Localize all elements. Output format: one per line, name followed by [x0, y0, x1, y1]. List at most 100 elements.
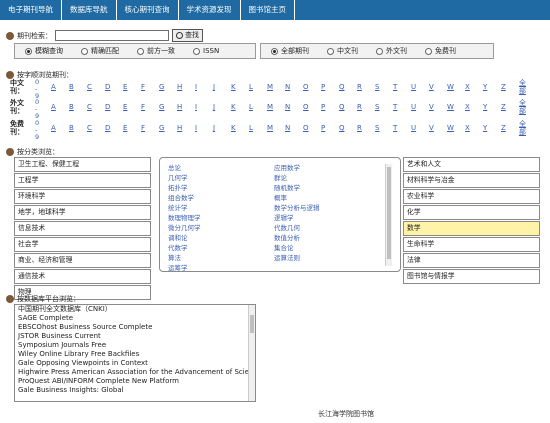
letter-link-o[interactable]: O: [303, 83, 309, 91]
letter-link-p[interactable]: P: [321, 83, 325, 91]
letter-link-k[interactable]: K: [231, 83, 236, 91]
letter-link-c[interactable]: C: [87, 103, 92, 111]
radio-option[interactable]: 全部期刊: [271, 46, 309, 56]
letter-link-n[interactable]: N: [285, 83, 290, 91]
subcategory-link[interactable]: 概率: [274, 193, 320, 203]
letter-link-l[interactable]: L: [249, 124, 253, 132]
letter-link-g[interactable]: G: [159, 83, 164, 91]
letter-link-o[interactable]: O: [303, 103, 309, 111]
radio-button[interactable]: [81, 47, 88, 55]
category-item[interactable]: 社会学: [14, 237, 151, 252]
database-option[interactable]: SAGE Complete: [15, 314, 247, 323]
radio-option[interactable]: 精确匹配: [81, 46, 119, 56]
letter-link-i[interactable]: I: [195, 83, 197, 91]
database-option[interactable]: Gale Opposing Viewpoints in Context: [15, 359, 247, 368]
subcategory-link[interactable]: 数学分析与逻辑: [274, 203, 320, 213]
letter-link-x[interactable]: X: [465, 103, 470, 111]
letter-link-u[interactable]: U: [411, 124, 416, 132]
letter-link-g[interactable]: G: [159, 124, 164, 132]
letter-link-x[interactable]: X: [465, 124, 470, 132]
letter-link-b[interactable]: B: [69, 103, 74, 111]
letter-link-w[interactable]: W: [447, 124, 454, 132]
subcategory-link[interactable]: 运筹学: [168, 263, 201, 271]
letter-link-t[interactable]: T: [393, 124, 397, 132]
letter-link-n[interactable]: N: [285, 103, 290, 111]
letter-link-u[interactable]: U: [411, 103, 416, 111]
letter-link-s[interactable]: S: [375, 83, 379, 91]
letter-link-h[interactable]: H: [177, 103, 182, 111]
subcategory-link[interactable]: 代数学: [168, 243, 201, 253]
letter-link-l[interactable]: L: [249, 103, 253, 111]
nav-item[interactable]: 核心期刊查询: [117, 0, 179, 20]
category-item[interactable]: 商业、经济和管理: [14, 253, 151, 268]
category-item[interactable]: 环境科学: [14, 189, 151, 204]
letter-link-k[interactable]: K: [231, 103, 236, 111]
letter-link-v[interactable]: V: [429, 124, 434, 132]
scrollbar-thumb[interactable]: [387, 167, 391, 259]
letter-link-v[interactable]: V: [429, 83, 434, 91]
category-item[interactable]: 农业科学: [403, 189, 540, 204]
letter-link-f[interactable]: F: [141, 83, 145, 91]
database-option[interactable]: Symposium Journals Free: [15, 341, 247, 350]
subcategory-link[interactable]: 算法: [168, 253, 201, 263]
letter-link-p[interactable]: P: [321, 124, 325, 132]
letter-link-m[interactable]: M: [267, 124, 273, 132]
letter-link-c[interactable]: C: [87, 124, 92, 132]
subcategory-link[interactable]: 组合数学: [168, 193, 201, 203]
category-item[interactable]: 法律: [403, 253, 540, 268]
subcategory-link[interactable]: 群论: [274, 173, 320, 183]
letter-link-r[interactable]: R: [357, 83, 362, 91]
letter-link-y[interactable]: Y: [483, 83, 487, 91]
letter-link-u[interactable]: U: [411, 83, 416, 91]
letter-link-f[interactable]: F: [141, 124, 145, 132]
radio-button[interactable]: [25, 47, 32, 55]
letter-link-n[interactable]: N: [285, 124, 290, 132]
radio-option[interactable]: ISSN: [193, 47, 219, 55]
letter-link-s[interactable]: S: [375, 124, 379, 132]
scrollbar-thumb[interactable]: [250, 315, 254, 333]
radio-option[interactable]: 模糊查询: [25, 46, 63, 56]
letter-link-i[interactable]: I: [195, 103, 197, 111]
letter-link-j[interactable]: J: [213, 83, 215, 91]
nav-item[interactable]: 电子期刊导航: [0, 0, 62, 20]
nav-item[interactable]: 数据库导航: [62, 0, 117, 20]
letter-link-b[interactable]: B: [69, 124, 74, 132]
subcategory-link[interactable]: 总论: [168, 163, 201, 173]
subcategory-scrollbar[interactable]: [385, 164, 392, 266]
letter-link-g[interactable]: G: [159, 103, 164, 111]
letter-link-e[interactable]: E: [123, 124, 127, 132]
letter-link-a[interactable]: A: [51, 124, 56, 132]
category-item[interactable]: 数学: [403, 221, 540, 236]
letter-link-m[interactable]: M: [267, 83, 273, 91]
category-item[interactable]: 材料科学与冶金: [403, 173, 540, 188]
subcategory-link[interactable]: 调和论: [168, 233, 201, 243]
category-item[interactable]: 卫生工程、保健工程: [14, 157, 151, 172]
letter-link-m[interactable]: M: [267, 103, 273, 111]
letter-link-h[interactable]: H: [177, 124, 182, 132]
subcategory-link[interactable]: 随机数学: [274, 183, 320, 193]
subcategory-link[interactable]: 代数几何: [274, 223, 320, 233]
subcategory-link[interactable]: 运算法则: [274, 253, 320, 263]
letter-link-d[interactable]: D: [105, 124, 110, 132]
letter-link-v[interactable]: V: [429, 103, 434, 111]
database-listbox[interactable]: 中国期刊全文数据库（CNKI） SAGE Complete EBSCOhost Bu…: [14, 304, 256, 402]
letter-link-q[interactable]: Q: [339, 83, 345, 91]
letter-link-z[interactable]: Z: [501, 83, 506, 91]
radio-button[interactable]: [327, 47, 334, 55]
category-item[interactable]: 信息技术: [14, 221, 151, 236]
radio-option[interactable]: 免费刊: [425, 46, 456, 56]
letter-link-o[interactable]: O: [303, 124, 309, 132]
search-button[interactable]: 查找: [172, 29, 203, 42]
radio-option[interactable]: 前方一致: [137, 46, 175, 56]
radio-button[interactable]: [193, 47, 200, 55]
category-item[interactable]: 图书馆与情报学: [403, 269, 540, 284]
nav-item[interactable]: 学术资源发现: [179, 0, 241, 20]
letter-link-j[interactable]: J: [213, 103, 215, 111]
subcategory-link[interactable]: 数值分析: [274, 233, 320, 243]
letter-link-i[interactable]: I: [195, 124, 197, 132]
letter-link-d[interactable]: D: [105, 103, 110, 111]
letter-link-c[interactable]: C: [87, 83, 92, 91]
letter-link-y[interactable]: Y: [483, 124, 487, 132]
subcategory-link[interactable]: 应用数学: [274, 163, 320, 173]
radio-button[interactable]: [271, 47, 278, 55]
